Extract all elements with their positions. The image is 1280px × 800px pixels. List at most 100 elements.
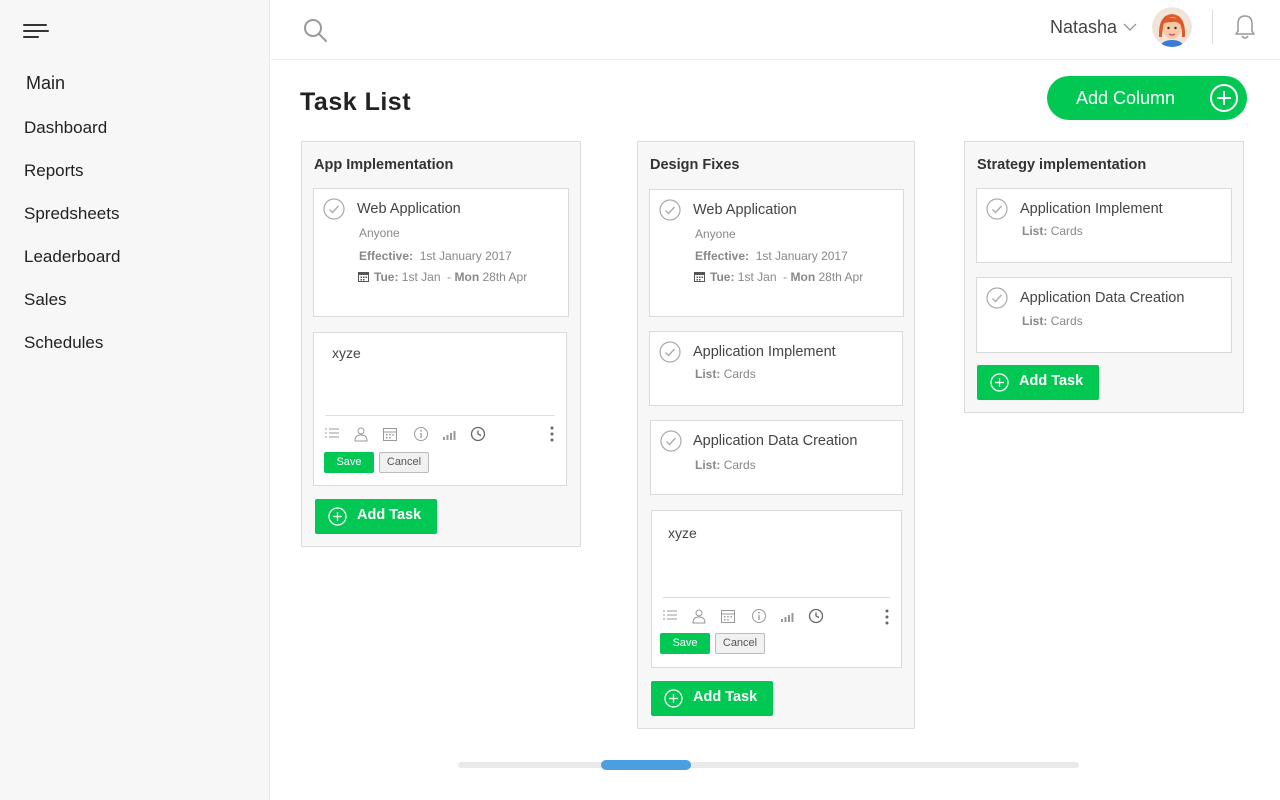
start-day: Tue: (710, 270, 735, 284)
user-icon[interactable] (353, 426, 369, 442)
list-icon[interactable] (662, 608, 678, 624)
more-vertical-icon[interactable] (550, 426, 554, 442)
list-value: Cards (1050, 224, 1083, 238)
list-label: List: (695, 367, 721, 381)
sidebar-item-schedules[interactable]: Schedules (24, 332, 120, 375)
save-button[interactable]: Save (324, 452, 374, 473)
task-card[interactable]: Web Application Anyone Effective: 1st Ja… (313, 188, 569, 317)
add-task-label: Add Task (357, 507, 422, 523)
header-divider (1212, 10, 1213, 44)
more-vertical-icon[interactable] (885, 609, 889, 625)
sidebar-item-leaderboard[interactable]: Leaderboard (24, 246, 120, 289)
editor-divider (663, 597, 890, 598)
card-title: Web Application (693, 202, 797, 218)
task-card[interactable]: Application Data Creation List: Cards (976, 277, 1232, 353)
card-title: Application Implement (1020, 201, 1163, 217)
editor-divider (325, 415, 555, 416)
signal-icon[interactable] (779, 608, 795, 624)
sidebar-item-spreadsheets[interactable]: Spredsheets (24, 203, 120, 246)
cancel-button[interactable]: Cancel (715, 633, 765, 654)
nav-list: Dashboard Reports Spredsheets Leaderboar… (24, 117, 120, 375)
effective-value: 1st January 2017 (419, 249, 512, 263)
check-circle-icon[interactable] (659, 199, 681, 221)
calendar-icon[interactable] (720, 608, 736, 624)
chevron-down-icon[interactable] (1123, 22, 1137, 32)
save-button[interactable]: Save (660, 633, 710, 654)
plus-circle-icon (664, 689, 683, 708)
effective-label: Effective: (695, 249, 750, 263)
card-assignee: Anyone (359, 226, 400, 240)
card-list: List: Cards (1022, 224, 1083, 238)
nav-section-title: Main (26, 73, 66, 93)
card-title: Application Data Creation (1020, 290, 1185, 306)
sidebar-item-reports[interactable]: Reports (24, 160, 120, 203)
check-circle-icon[interactable] (986, 287, 1008, 309)
check-circle-icon[interactable] (986, 198, 1008, 220)
card-effective: Effective: 1st January 2017 (359, 249, 512, 263)
plus-circle-icon (1210, 84, 1238, 112)
menu-icon[interactable] (23, 22, 49, 40)
editor-toolbar (324, 426, 564, 442)
end-date: 28th Apr (818, 270, 864, 284)
info-icon[interactable] (413, 426, 429, 442)
info-icon[interactable] (751, 608, 767, 624)
column-title: Design Fixes (650, 157, 740, 173)
list-value: Cards (723, 458, 756, 472)
signal-icon[interactable] (441, 426, 457, 442)
user-name[interactable]: Natasha (1050, 17, 1117, 38)
list-icon[interactable] (324, 426, 340, 442)
card-effective: Effective: 1st January 2017 (695, 249, 848, 263)
card-title: Application Implement (693, 344, 836, 360)
task-column: Design Fixes Web Application Anyone Effe… (637, 141, 915, 729)
card-dates: Tue: 1st Jan - Mon 28th Apr (694, 270, 863, 284)
plus-circle-icon (990, 373, 1009, 392)
end-day: Mon (454, 270, 480, 284)
clock-icon[interactable] (470, 426, 486, 442)
calendar-icon (358, 272, 369, 282)
sidebar: Main Dashboard Reports Spredsheets Leade… (0, 0, 270, 800)
top-header: Natasha (271, 0, 1280, 60)
task-editor: xyze Save Cancel (651, 510, 902, 668)
task-column: Strategy implementation Application Impl… (964, 141, 1244, 413)
task-card[interactable]: Web Application Anyone Effective: 1st Ja… (649, 189, 904, 317)
card-title: Application Data Creation (693, 433, 858, 449)
avatar[interactable] (1152, 7, 1192, 47)
add-task-label: Add Task (693, 689, 758, 705)
check-circle-icon[interactable] (323, 198, 345, 220)
page-title: Task List (300, 88, 412, 116)
editor-toolbar (662, 608, 902, 624)
task-card[interactable]: Application Implement List: Cards (976, 188, 1232, 263)
cancel-button[interactable]: Cancel (379, 452, 429, 473)
sidebar-item-dashboard[interactable]: Dashboard (24, 117, 120, 160)
start-date: 1st Jan (401, 270, 441, 284)
card-list: List: Cards (695, 367, 756, 381)
add-column-label: Add Column (1076, 88, 1176, 108)
end-date: 28th Apr (482, 270, 528, 284)
bell-icon[interactable] (1234, 14, 1256, 40)
check-circle-icon[interactable] (660, 430, 682, 452)
effective-value: 1st January 2017 (755, 249, 848, 263)
column-title: App Implementation (314, 157, 454, 173)
sidebar-item-sales[interactable]: Sales (24, 289, 120, 332)
task-card[interactable]: Application Implement List: Cards (649, 331, 903, 406)
search-icon[interactable] (303, 18, 327, 42)
end-day: Mon (790, 270, 816, 284)
add-task-button[interactable]: Add Task (977, 365, 1099, 400)
task-card[interactable]: Application Data Creation List: Cards (650, 420, 903, 495)
start-day: Tue: (374, 270, 399, 284)
clock-icon[interactable] (808, 608, 824, 624)
add-task-button[interactable]: Add Task (651, 681, 773, 716)
scrollbar-thumb[interactable] (601, 760, 691, 770)
user-icon[interactable] (691, 608, 707, 624)
task-editor-input[interactable]: xyze (668, 525, 697, 541)
check-circle-icon[interactable] (659, 341, 681, 363)
horizontal-scrollbar[interactable] (458, 762, 1079, 768)
add-column-button[interactable]: Add Column (1047, 76, 1247, 120)
card-list: List: Cards (695, 458, 756, 472)
calendar-icon[interactable] (382, 426, 398, 442)
task-editor-input[interactable]: xyze (332, 345, 361, 361)
add-task-button[interactable]: Add Task (315, 499, 437, 534)
list-label: List: (695, 458, 721, 472)
card-dates: Tue: 1st Jan - Mon 28th Apr (358, 270, 527, 284)
task-editor: xyze Save Cancel (313, 332, 567, 486)
